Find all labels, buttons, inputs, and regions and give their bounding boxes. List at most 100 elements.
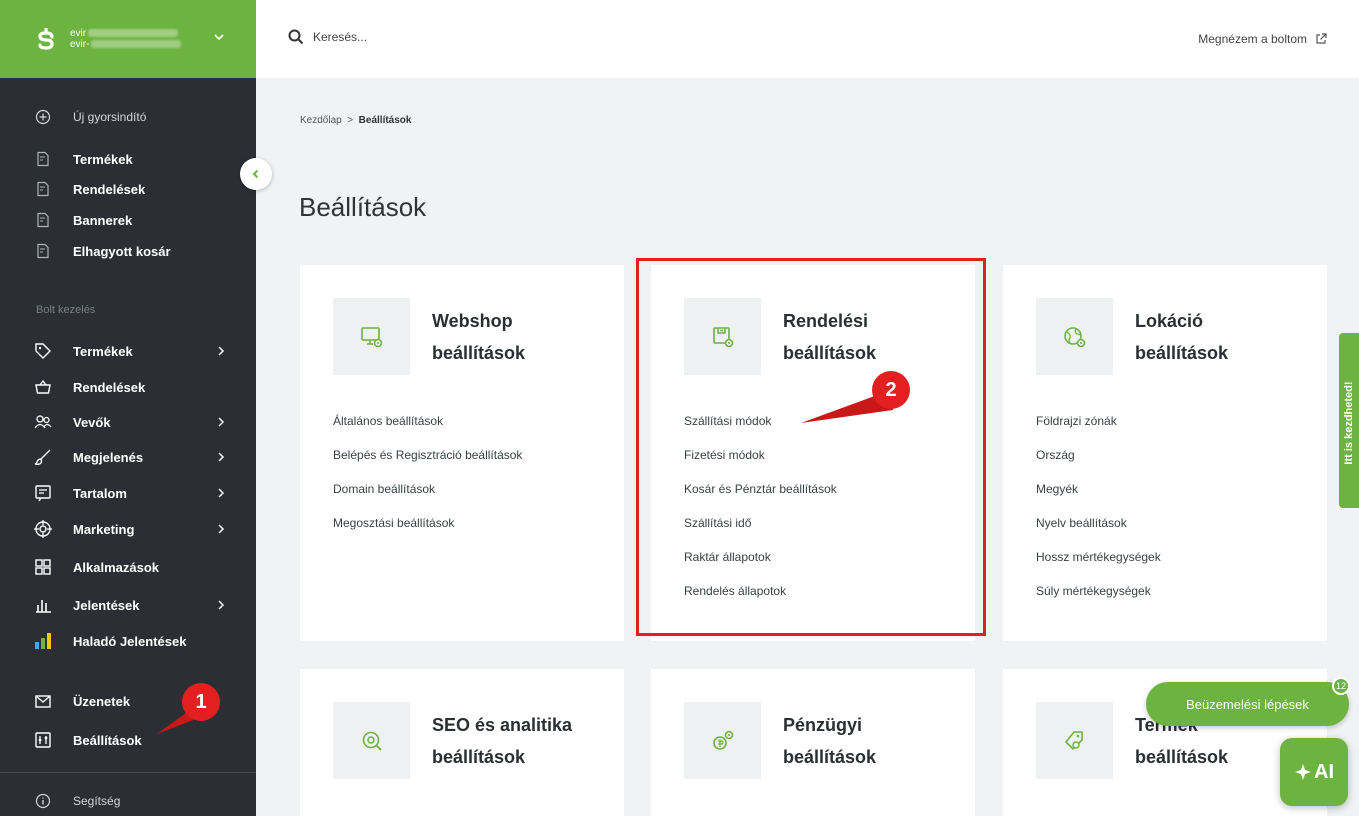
breadcrumb-separator: > <box>347 115 354 126</box>
plus-circle-icon <box>34 108 52 126</box>
sidebar-item-label: Üzenetek <box>73 693 131 709</box>
card-title-line1: SEO és analitika <box>432 715 573 735</box>
card-links: Földrajzi zónák Ország Megyék Nyelv beál… <box>1036 413 1161 617</box>
card-title-line2: beállítások <box>1135 343 1229 363</box>
doc-star-icon <box>34 180 52 198</box>
quick-item-banners[interactable]: Bannerek <box>34 209 234 231</box>
card-finance-settings: Pénzügyi beállítások <box>651 669 975 816</box>
link-general-settings[interactable]: Általános beállítások <box>333 413 522 447</box>
advanced-report-icon <box>34 632 52 650</box>
sidebar-item-label: Alkalmazások <box>73 559 159 575</box>
sidebar-item-label: Jelentések <box>73 597 140 613</box>
search-icon <box>288 29 304 45</box>
ai-assistant-button[interactable]: AI <box>1280 738 1348 806</box>
globe-gear-icon <box>1036 298 1113 375</box>
link-weight-units[interactable]: Súly mértékegységek <box>1036 583 1161 617</box>
search-field[interactable]: Keresés... <box>288 29 367 45</box>
sidebar-item-customers[interactable]: Vevők <box>34 411 234 433</box>
sidebar-item-new-quickstart[interactable]: Új gyorsindító <box>34 106 234 128</box>
shop-subname: evir- <box>70 39 90 50</box>
chevron-down-icon <box>214 34 224 41</box>
target-icon <box>34 520 52 538</box>
link-domain-settings[interactable]: Domain beállítások <box>333 481 522 515</box>
breadcrumb-home[interactable]: Kezdőlap <box>300 115 342 126</box>
external-link-icon <box>1316 33 1327 44</box>
quick-item-orders[interactable]: Rendelések <box>34 178 234 200</box>
search-input[interactable]: Keresés... <box>313 30 367 44</box>
sidebar-item-orders[interactable]: Rendelések <box>34 376 234 398</box>
basket-icon <box>34 378 52 396</box>
sidebar-item-label: Rendelések <box>73 379 146 395</box>
shoprenter-logo-icon <box>38 28 54 50</box>
doc-star-icon <box>34 211 52 229</box>
search-gear-icon <box>333 702 410 779</box>
annotation-marker-2: 2 <box>801 370 911 423</box>
sidebar-item-appearance[interactable]: Megjelenés <box>34 446 234 468</box>
sidebar-item-help[interactable]: Segítség <box>34 790 234 812</box>
monitor-gear-icon <box>333 298 410 375</box>
chevron-right-icon <box>218 346 225 356</box>
brush-icon <box>34 448 52 466</box>
ai-label: AI <box>1314 760 1334 783</box>
sidebar-item-label: Új gyorsindító <box>73 110 147 124</box>
card-title-line1: Webshop <box>432 311 513 331</box>
card-title-line2: beállítások <box>783 747 877 767</box>
breadcrumb-current: Beállítások <box>358 115 412 126</box>
tag-gear-icon <box>1036 702 1113 779</box>
sidebar-item-marketing[interactable]: Marketing <box>34 518 234 540</box>
onboarding-steps-button[interactable]: Beüzemelési lépések <box>1146 682 1349 726</box>
onboarding-count-badge: 12 <box>1332 677 1350 695</box>
side-tab-label: Itt is kezdheted! <box>1343 381 1355 465</box>
card-title-line2: beállítások <box>432 343 526 363</box>
link-login-registration-settings[interactable]: Belépés és Regisztráció beállítások <box>333 447 522 481</box>
sidebar-item-label: Haladó Jelentések <box>73 633 187 649</box>
link-sharing-settings[interactable]: Megosztási beállítások <box>333 515 522 549</box>
chevron-right-icon <box>218 600 225 610</box>
link-geo-zones[interactable]: Földrajzi zónák <box>1036 413 1161 447</box>
card-title: SEO és analitika beállítások <box>432 709 572 773</box>
shop-name: evir <box>70 28 87 39</box>
sidebar-item-products[interactable]: Termékek <box>34 340 234 362</box>
link-language-settings[interactable]: Nyelv beállítások <box>1036 515 1161 549</box>
sidebar-item-label: Vevők <box>73 414 111 430</box>
collapse-sidebar-button[interactable] <box>240 158 272 190</box>
settings-icon <box>34 731 52 749</box>
blurred-text <box>88 29 179 38</box>
users-icon <box>34 413 52 431</box>
sidebar-item-reports[interactable]: Jelentések <box>34 594 234 616</box>
sidebar-item-advanced-reports[interactable]: Haladó Jelentések <box>34 630 234 652</box>
link-length-units[interactable]: Hossz mértékegységek <box>1036 549 1161 583</box>
quick-item-abandoned-cart[interactable]: Elhagyott kosár <box>34 240 234 262</box>
sidebar-item-label: Megjelenés <box>73 449 144 465</box>
sidebar-item-label: Beállítások <box>73 732 142 748</box>
apps-icon <box>34 558 52 576</box>
doc-star-icon <box>34 242 52 260</box>
get-started-side-tab[interactable]: Itt is kezdheted! <box>1339 333 1359 508</box>
shop-names: evir evir- <box>70 28 182 50</box>
sidebar-item-apps[interactable]: Alkalmazások <box>34 556 234 578</box>
view-store-label: Megnézem a boltom <box>1198 32 1307 46</box>
mail-icon <box>34 692 52 710</box>
link-country[interactable]: Ország <box>1036 447 1161 481</box>
section-label: Bolt kezelés <box>36 304 96 316</box>
money-gear-icon <box>684 702 761 779</box>
view-store-link[interactable]: Megnézem a boltom <box>1198 32 1327 46</box>
sidebar-item-label: Termékek <box>73 151 133 167</box>
quick-item-products[interactable]: Termékek <box>34 148 234 170</box>
breadcrumb: Kezdőlap > Beállítások <box>300 115 411 126</box>
info-icon <box>34 792 52 810</box>
link-counties[interactable]: Megyék <box>1036 481 1161 515</box>
card-title-line1: Pénzügyi <box>783 715 863 735</box>
onboarding-label: Beüzemelési lépések <box>1186 696 1309 712</box>
card-title: Webshop beállítások <box>432 305 525 369</box>
card-title-line2: beállítások <box>432 747 526 767</box>
shop-switcher[interactable]: evir evir- <box>0 0 256 78</box>
sidebar-item-content[interactable]: Tartalom <box>34 482 234 504</box>
card-seo-settings: SEO és analitika beállítások <box>300 669 624 816</box>
annotation-marker-1: 1 <box>157 682 221 734</box>
card-title: Pénzügyi beállítások <box>783 709 876 773</box>
sidebar-item-label: Tartalom <box>73 485 127 501</box>
blurred-text <box>91 40 182 49</box>
chevron-right-icon <box>218 524 225 534</box>
doc-star-icon <box>34 150 52 168</box>
